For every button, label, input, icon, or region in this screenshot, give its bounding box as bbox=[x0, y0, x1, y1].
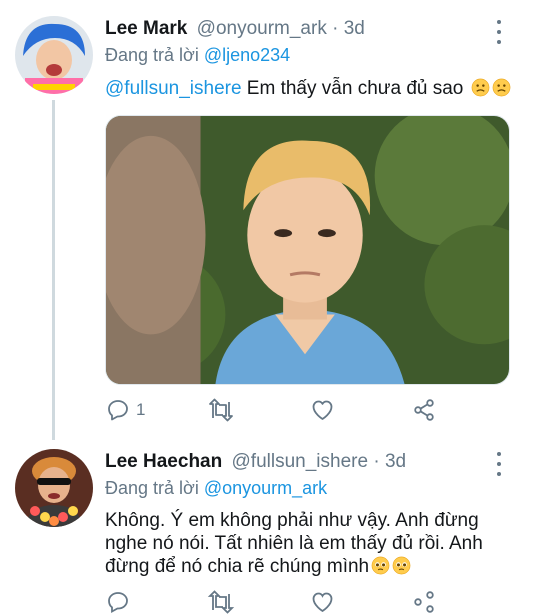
reply-target-link[interactable]: @ljeno234 bbox=[204, 45, 290, 65]
display-name[interactable]: Lee Mark bbox=[105, 18, 187, 39]
reply-button[interactable]: 1 bbox=[106, 398, 145, 422]
tweet-header: Lee Mark @onyourm_ark · 3d bbox=[105, 18, 365, 40]
pleading-face-emoji bbox=[371, 556, 390, 581]
like-icon bbox=[310, 398, 335, 422]
like-button[interactable] bbox=[310, 398, 335, 422]
reply-button[interactable] bbox=[106, 590, 130, 614]
more-icon[interactable] bbox=[492, 20, 506, 44]
confused-face-emoji bbox=[471, 78, 490, 103]
tweet-text-line: đừng để nó chia rẽ chúng mình bbox=[105, 556, 370, 577]
share-button[interactable] bbox=[412, 398, 436, 422]
avatar[interactable] bbox=[15, 16, 93, 94]
tweet-header: Lee Haechan @fullsun_ishere · 3d bbox=[105, 451, 406, 473]
like-button[interactable] bbox=[310, 590, 335, 614]
share-button[interactable] bbox=[412, 590, 436, 614]
tweet-text-last-line: đừng để nó chia rẽ chúng mình bbox=[105, 555, 483, 581]
share-icon bbox=[412, 590, 436, 614]
tweet-text: Không. Ý em không phải như vậy. Anh đừng… bbox=[105, 509, 483, 581]
timestamp[interactable]: 3d bbox=[385, 451, 406, 472]
tweet-text-line: nghe nó nói. Tất nhiên là em thấy đủ rồi… bbox=[105, 533, 483, 554]
confused-face-emoji bbox=[492, 78, 511, 103]
separator-dot: · bbox=[368, 451, 385, 472]
reply-target-link[interactable]: @onyourm_ark bbox=[204, 478, 327, 498]
retweet-button[interactable] bbox=[207, 398, 235, 422]
separator-dot: · bbox=[326, 18, 344, 39]
user-handle[interactable]: @onyourm_ark bbox=[197, 18, 327, 39]
tweet-text: @fullsun_ishere Em thấy vẫn chưa đủ sao bbox=[105, 77, 511, 103]
replying-to: Đang trả lời @ljeno234 bbox=[105, 45, 290, 66]
tweet-body: Em thấy vẫn chưa đủ sao bbox=[241, 78, 464, 99]
reply-icon bbox=[106, 398, 130, 422]
tweet-media-image[interactable] bbox=[105, 115, 510, 385]
replying-prefix: Đang trả lời bbox=[105, 45, 204, 65]
reply-icon bbox=[106, 590, 130, 614]
thread-line bbox=[52, 100, 55, 440]
retweet-icon bbox=[207, 398, 235, 422]
mention-link[interactable]: @fullsun_ishere bbox=[105, 78, 242, 99]
tweet-text-line: Không. Ý em không phải như vậy. Anh đừng bbox=[105, 510, 479, 531]
retweet-icon bbox=[207, 590, 235, 614]
replying-to: Đang trả lời @onyourm_ark bbox=[105, 478, 327, 499]
like-icon bbox=[310, 590, 335, 614]
retweet-button[interactable] bbox=[207, 590, 235, 614]
pleading-face-emoji bbox=[392, 556, 411, 581]
replying-prefix: Đang trả lời bbox=[105, 478, 204, 498]
timestamp[interactable]: 3d bbox=[344, 18, 365, 39]
share-icon bbox=[412, 398, 436, 422]
user-handle[interactable]: @fullsun_ishere bbox=[232, 451, 369, 472]
display-name[interactable]: Lee Haechan bbox=[105, 451, 222, 472]
more-icon[interactable] bbox=[492, 452, 506, 476]
reply-count: 1 bbox=[136, 400, 146, 419]
avatar[interactable] bbox=[15, 449, 93, 527]
